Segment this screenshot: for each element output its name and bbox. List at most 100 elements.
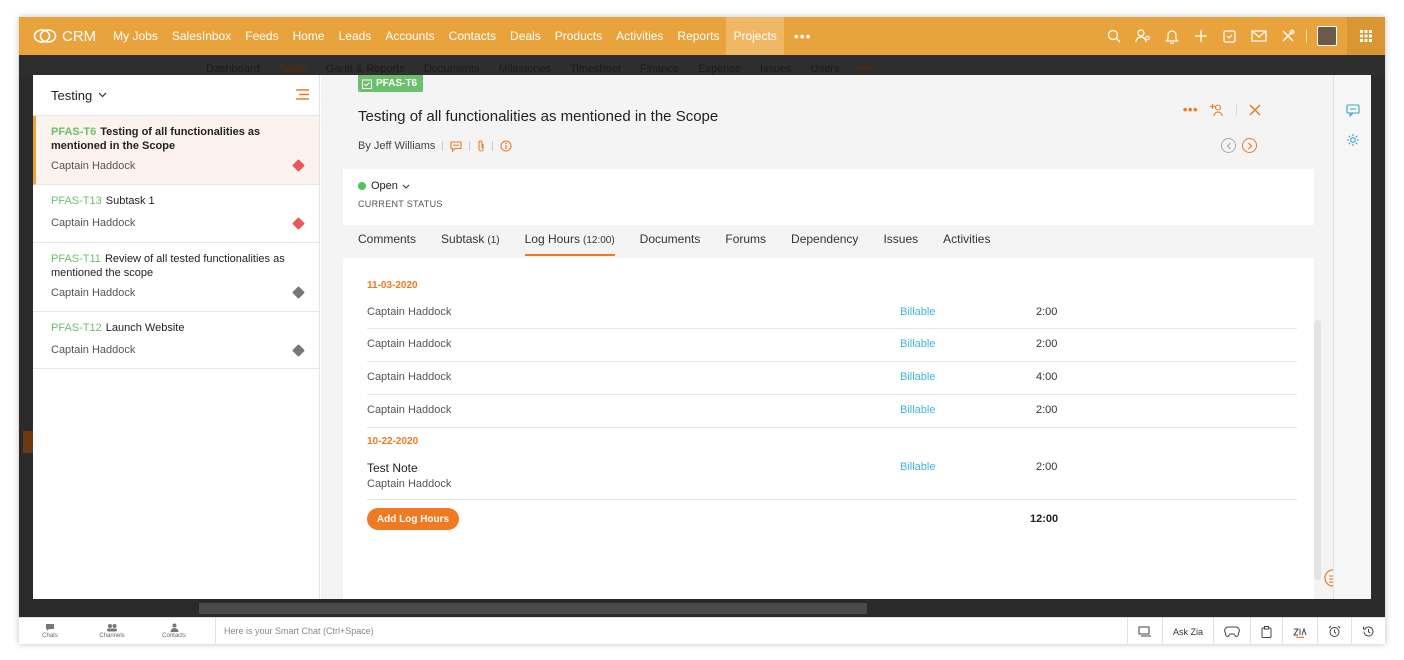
task-list-item[interactable]: PFAS-T13 Subtask 1 Captain Haddock	[33, 185, 319, 243]
task-list-item[interactable]: PFAS-T12 Launch Website Captain Haddock	[33, 312, 319, 369]
tab-activities[interactable]: Activities	[943, 232, 990, 256]
log-hours-total: 12:00	[1030, 513, 1059, 525]
task-title-heading[interactable]: Testing of all functionalities as mentio…	[358, 108, 718, 125]
subnav-documents: Documents	[423, 63, 480, 75]
priority-none-icon	[292, 344, 305, 357]
user-search-icon[interactable]	[1128, 17, 1157, 55]
add-log-hours-button[interactable]: Add Log Hours	[367, 508, 459, 530]
setup-tools-icon[interactable]	[1273, 17, 1302, 55]
task-detail-panel: Testing PFAS-T6 Testing of all functional…	[33, 75, 1333, 599]
tab-label: Forums	[725, 232, 767, 246]
clipboard-icon[interactable]	[1250, 618, 1282, 644]
log-entry-row[interactable]: Test Note Captain Haddock Billable 2:00	[367, 452, 1297, 500]
nav-contacts[interactable]: Contacts	[442, 17, 503, 55]
plus-icon[interactable]	[1186, 17, 1215, 55]
chats-button[interactable]: Chats	[19, 623, 81, 639]
task-owner: Captain Haddock	[51, 287, 136, 299]
more-options-button[interactable]: •••	[1183, 102, 1198, 117]
tab-comments[interactable]: Comments	[358, 232, 416, 256]
tab-label: Dependency	[791, 232, 859, 246]
nav-my-jobs[interactable]: My Jobs	[106, 17, 165, 55]
log-entry-row[interactable]: Captain Haddock Billable 2:00	[367, 329, 1297, 362]
quick-actions-icon[interactable]	[1324, 569, 1333, 587]
task-list-item[interactable]: PFAS-T6 Testing of all functionalities as…	[33, 116, 319, 185]
history-icon[interactable]	[1351, 618, 1385, 644]
channels-button[interactable]: Channels	[81, 623, 143, 639]
tab-label: Comments	[358, 232, 417, 246]
calendar-icon[interactable]	[1215, 17, 1244, 55]
search-icon[interactable]	[1099, 17, 1128, 55]
subnav-finance: Finance	[640, 63, 680, 75]
assign-user-icon[interactable]	[1210, 103, 1224, 117]
contacts-label: Contacts	[162, 633, 186, 639]
bottom-right-tools: Ask Zia	[1126, 618, 1385, 644]
contacts-button[interactable]: Contacts	[143, 623, 205, 639]
alarm-clock-icon[interactable]	[1317, 618, 1351, 644]
task-list-item[interactable]: PFAS-T11 Review of all tested functionali…	[33, 243, 319, 312]
comment-icon[interactable]	[450, 140, 462, 152]
attachment-icon[interactable]	[477, 140, 485, 152]
close-icon[interactable]	[1249, 103, 1261, 116]
nav-feeds[interactable]: Feeds	[238, 17, 285, 55]
nav-products[interactable]: Products	[548, 17, 609, 55]
nav-more-button[interactable]: •••	[784, 28, 822, 44]
vertical-scrollbar[interactable]	[1314, 320, 1321, 580]
task-list-header[interactable]: Testing	[33, 75, 319, 116]
zia-icon[interactable]	[1282, 618, 1317, 644]
tab-documents[interactable]: Documents	[640, 232, 701, 256]
task-pager	[1221, 138, 1257, 153]
priority-high-icon	[292, 159, 305, 172]
nav-reports[interactable]: Reports	[670, 17, 726, 55]
chats-label: Chats	[42, 633, 58, 639]
bell-icon[interactable]	[1157, 17, 1186, 55]
nav-actions	[1099, 17, 1385, 55]
gamepad-icon[interactable]	[1213, 618, 1250, 644]
detail-tabs: Comments Subtask (1) Log Hours (12:00) Doc…	[358, 232, 1015, 256]
task-title: Launch Website	[105, 322, 185, 334]
nav-home[interactable]: Home	[286, 17, 332, 55]
horizontal-scrollbar[interactable]	[19, 599, 1385, 617]
tab-label: Documents	[639, 232, 701, 246]
previous-task-icon[interactable]	[1221, 138, 1236, 153]
status-dropdown[interactable]: Open	[358, 180, 410, 192]
task-title: Subtask 1	[105, 195, 155, 207]
nav-accounts[interactable]: Accounts	[378, 17, 441, 55]
gear-icon[interactable]	[1344, 131, 1362, 149]
log-entry-row[interactable]: Captain Haddock Billable 2:00	[367, 395, 1297, 428]
ask-zia-button[interactable]: Ask Zia	[1161, 618, 1213, 644]
nav-deals[interactable]: Deals	[503, 17, 548, 55]
nav-leads[interactable]: Leads	[332, 17, 379, 55]
log-user: Captain Haddock	[367, 371, 452, 383]
chat-bubble-icon[interactable]	[1344, 101, 1362, 119]
tab-label: Subtask	[441, 232, 485, 246]
tab-dependency[interactable]: Dependency	[791, 232, 858, 256]
log-entry-row[interactable]: Captain Haddock Billable 4:00	[367, 362, 1297, 395]
task-author: By Jeff Williams	[358, 140, 436, 152]
task-owner: Captain Haddock	[51, 344, 136, 356]
tab-issues[interactable]: Issues	[883, 232, 918, 256]
screen-share-icon[interactable]	[1126, 618, 1162, 644]
nav-projects[interactable]: Projects	[726, 17, 784, 55]
scrollbar-thumb[interactable]	[199, 603, 867, 614]
log-user: Captain Haddock	[367, 478, 452, 490]
nav-salesinbox[interactable]: SalesInbox	[165, 17, 238, 55]
user-avatar[interactable]	[1317, 26, 1337, 46]
tab-log-hours[interactable]: Log Hours (12:00)	[524, 232, 615, 256]
info-icon[interactable]	[500, 140, 512, 152]
bottom-bar: Chats Channels Contacts Here is your Sma…	[19, 617, 1385, 644]
tab-subtask[interactable]: Subtask (1)	[441, 232, 500, 256]
filter-icon[interactable]	[296, 89, 309, 100]
nav-activities[interactable]: Activities	[609, 17, 670, 55]
log-entry-row[interactable]: Captain Haddock Billable 2:00	[367, 296, 1297, 329]
mail-icon[interactable]	[1244, 17, 1273, 55]
background-left-edge	[19, 75, 33, 599]
tab-label: Log Hours	[524, 232, 580, 246]
crm-logo[interactable]: CRM	[33, 28, 96, 45]
task-id: PFAS-T12	[51, 322, 102, 334]
tab-forums[interactable]: Forums	[725, 232, 766, 256]
apps-grid-icon[interactable]	[1347, 17, 1385, 55]
next-task-icon[interactable]	[1242, 138, 1257, 153]
log-note: Test Note	[367, 461, 418, 475]
status-card: Open CURRENT STATUS	[343, 169, 1314, 225]
smart-chat-input[interactable]: Here is your Smart Chat (Ctrl+Space)	[215, 617, 374, 644]
